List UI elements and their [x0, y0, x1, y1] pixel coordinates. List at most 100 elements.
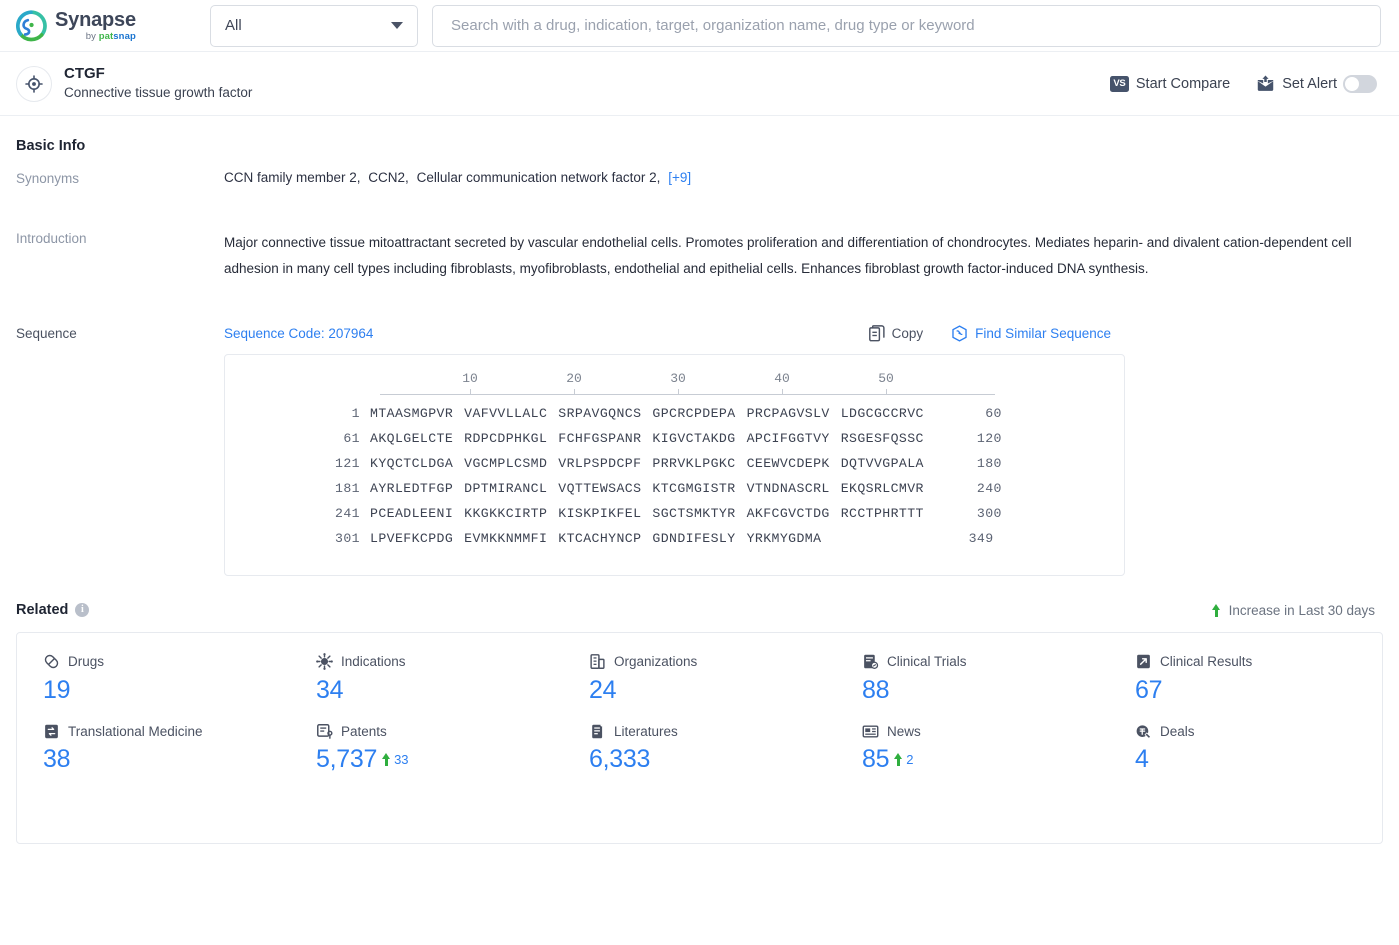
related-stat-translational-medicine[interactable]: Translational Medicine 38 [17, 720, 290, 774]
info-icon[interactable]: i [75, 602, 90, 617]
stat-label: News [887, 723, 921, 739]
arrow-up-icon [894, 753, 903, 767]
stat-label: Literatures [614, 723, 678, 739]
news-icon [862, 723, 879, 740]
sequence-end-index: 60 [985, 405, 1002, 421]
sequence-line: 301 LPVEFKCPDG EVMKKNMMFI KTCACHYNCP GDNDIFE… [225, 526, 1124, 551]
stat-label: Clinical Trials [887, 654, 967, 670]
sequence-chunk: PRRVKLPGKC [652, 455, 736, 471]
stat-delta-value: 2 [906, 752, 914, 768]
related-stat-indications[interactable]: Indications 34 [290, 651, 563, 705]
related-stats-card: Drugs 19 Indications 34 Organizations 24 Clini… [16, 631, 1383, 844]
sequence-line: 1 MTAASMGPVR VAFVVLLALC SRPAVGQNCS GPCRCPDEP… [225, 401, 1124, 426]
mail-alert-icon [1257, 75, 1274, 91]
search-box[interactable] [432, 4, 1381, 47]
basic-info-heading: Basic Info [16, 116, 1383, 154]
synonyms-label: Synonyms [16, 171, 80, 186]
stat-value[interactable]: 6,333 [589, 745, 650, 774]
search-input[interactable] [449, 16, 1364, 35]
stat-header: Literatures [589, 720, 836, 742]
page-title: CTGF [64, 65, 105, 83]
virus-icon [316, 653, 333, 670]
top-search-bar: Synapse by patsnap All [0, 0, 1399, 52]
stat-value[interactable]: 67 [1135, 676, 1163, 705]
stat-value-row: 4 [1135, 745, 1382, 774]
introduction-row: Introduction Major connective tissue mit… [16, 230, 1383, 283]
stat-label: Clinical Results [1160, 654, 1253, 670]
copy-sequence-button[interactable]: Copy [868, 324, 923, 342]
set-alert-button[interactable]: Set Alert [1256, 74, 1377, 93]
related-stat-deals[interactable]: Deals 4 [1109, 720, 1382, 774]
find-similar-icon [952, 324, 967, 342]
synonym-item: Cellular communication network factor 2, [416, 170, 661, 185]
stat-value-row: 24 [589, 676, 836, 705]
brand-logo[interactable]: Synapse by patsnap [14, 9, 194, 43]
sequence-code-link[interactable]: Sequence Code: 207964 [224, 326, 373, 341]
sequence-line: 241 PCEADLEENI KKGKKCIRTP KISKPIKFEL SGCTSMK… [225, 501, 1124, 526]
related-stat-drugs[interactable]: Drugs 19 [17, 651, 290, 705]
stat-value[interactable]: 4 [1135, 745, 1149, 774]
stat-value[interactable]: 85 [862, 745, 890, 774]
arrow-up-icon [382, 753, 391, 767]
sequence-chunks: KYQCTCLDGA VGCMPLCSMD VRLPSPDCPF PRRVKLPGKC… [370, 456, 924, 471]
sequence-chunks: MTAASMGPVR VAFVVLLALC SRPAVGQNCS GPCRCPDEPA… [370, 406, 924, 421]
stat-value[interactable]: 24 [589, 676, 617, 705]
sequence-chunk: VQTTEWSACS [558, 480, 642, 496]
sequence-line: 181 AYRLEDTFGP DPTMIRANCL VQTTEWSACS KTCGMGI… [225, 476, 1124, 501]
related-stat-clinical-trials[interactable]: Clinical Trials 88 [836, 651, 1109, 705]
stat-label: Drugs [68, 654, 105, 670]
stat-value-row: 88 [862, 676, 1109, 705]
stat-value-row: 6,333 [589, 745, 836, 774]
related-stat-clinical-results[interactable]: Clinical Results 67 [1109, 651, 1382, 705]
sequence-chunk-padding [832, 531, 915, 546]
sequence-chunk: KISKPIKFEL [558, 505, 642, 521]
stat-value[interactable]: 19 [43, 676, 71, 705]
sequence-chunk: APCIFGGTVY [746, 430, 830, 446]
synonyms-more-link[interactable]: [+9] [668, 170, 691, 185]
sequence-start-index: 301 [335, 530, 360, 546]
stat-delta: 2 [894, 745, 913, 767]
sequence-chunk: RDPCDPHKGL [464, 430, 548, 446]
start-compare-button[interactable]: VS Start Compare [1109, 75, 1231, 92]
search-category-value: All [225, 17, 242, 34]
sequence-chunk: GPCRCPDEPA [652, 405, 736, 421]
stat-value-row: 85 2 [862, 745, 1109, 774]
sequence-chunk: SRPAVGQNCS [558, 405, 642, 421]
sequence-chunks: AKQLGELCTE RDPCDPHKGL FCHFGSPANR KIGVCTAKDG… [370, 431, 924, 446]
find-similar-sequence-button[interactable]: Find Similar Sequence [951, 324, 1111, 342]
stat-value[interactable]: 88 [862, 676, 890, 705]
brand-name: Synapse [55, 9, 136, 32]
brand-pat: pat [98, 31, 114, 43]
search-category-select[interactable]: All [210, 4, 418, 47]
deal-icon [1135, 723, 1152, 740]
stat-value-row: 67 [1135, 676, 1382, 705]
sequence-chunk: DPTMIRANCL [464, 480, 548, 496]
sequence-chunk: PRCPAGVSLV [746, 405, 830, 421]
clinical-result-icon [1135, 653, 1152, 670]
sequence-chunk: VTNDNASCRL [746, 480, 830, 496]
building-icon [589, 653, 606, 670]
sequence-toolbar: Sequence Code: 207964 Copy Find Similar … [224, 324, 1383, 342]
stat-label: Translational Medicine [68, 723, 203, 739]
sequence-chunk: DQTVVGPALA [840, 455, 924, 471]
sequence-chunk: PCEADLEENI [370, 505, 454, 521]
stat-value-row: 38 [43, 745, 290, 774]
related-stat-organizations[interactable]: Organizations 24 [563, 651, 836, 705]
stat-value[interactable]: 5,737 [316, 745, 377, 774]
sequence-chunk: VGCMPLCSMD [464, 455, 548, 471]
related-stat-news[interactable]: News 85 2 [836, 720, 1109, 774]
sequence-chunk: VRLPSPDCPF [558, 455, 642, 471]
sequence-chunk: YRKMYGDMA [746, 530, 822, 546]
related-stat-literatures[interactable]: Literatures 6,333 [563, 720, 836, 774]
related-stat-patents[interactable]: Patents 5,737 33 [290, 720, 563, 774]
stat-value[interactable]: 34 [316, 676, 344, 705]
start-compare-label: Start Compare [1135, 75, 1231, 92]
set-alert-toggle[interactable] [1343, 74, 1377, 93]
related-stats-grid: Drugs 19 Indications 34 Organizations 24 Clini… [17, 651, 1382, 775]
synapse-logo-icon [15, 9, 47, 41]
stat-value[interactable]: 38 [43, 745, 71, 774]
set-alert-label: Set Alert [1282, 75, 1337, 92]
arrow-up-icon [1211, 603, 1221, 617]
sequence-chunk: KIGVCTAKDG [652, 430, 736, 446]
sequence-start-index: 1 [351, 405, 360, 421]
